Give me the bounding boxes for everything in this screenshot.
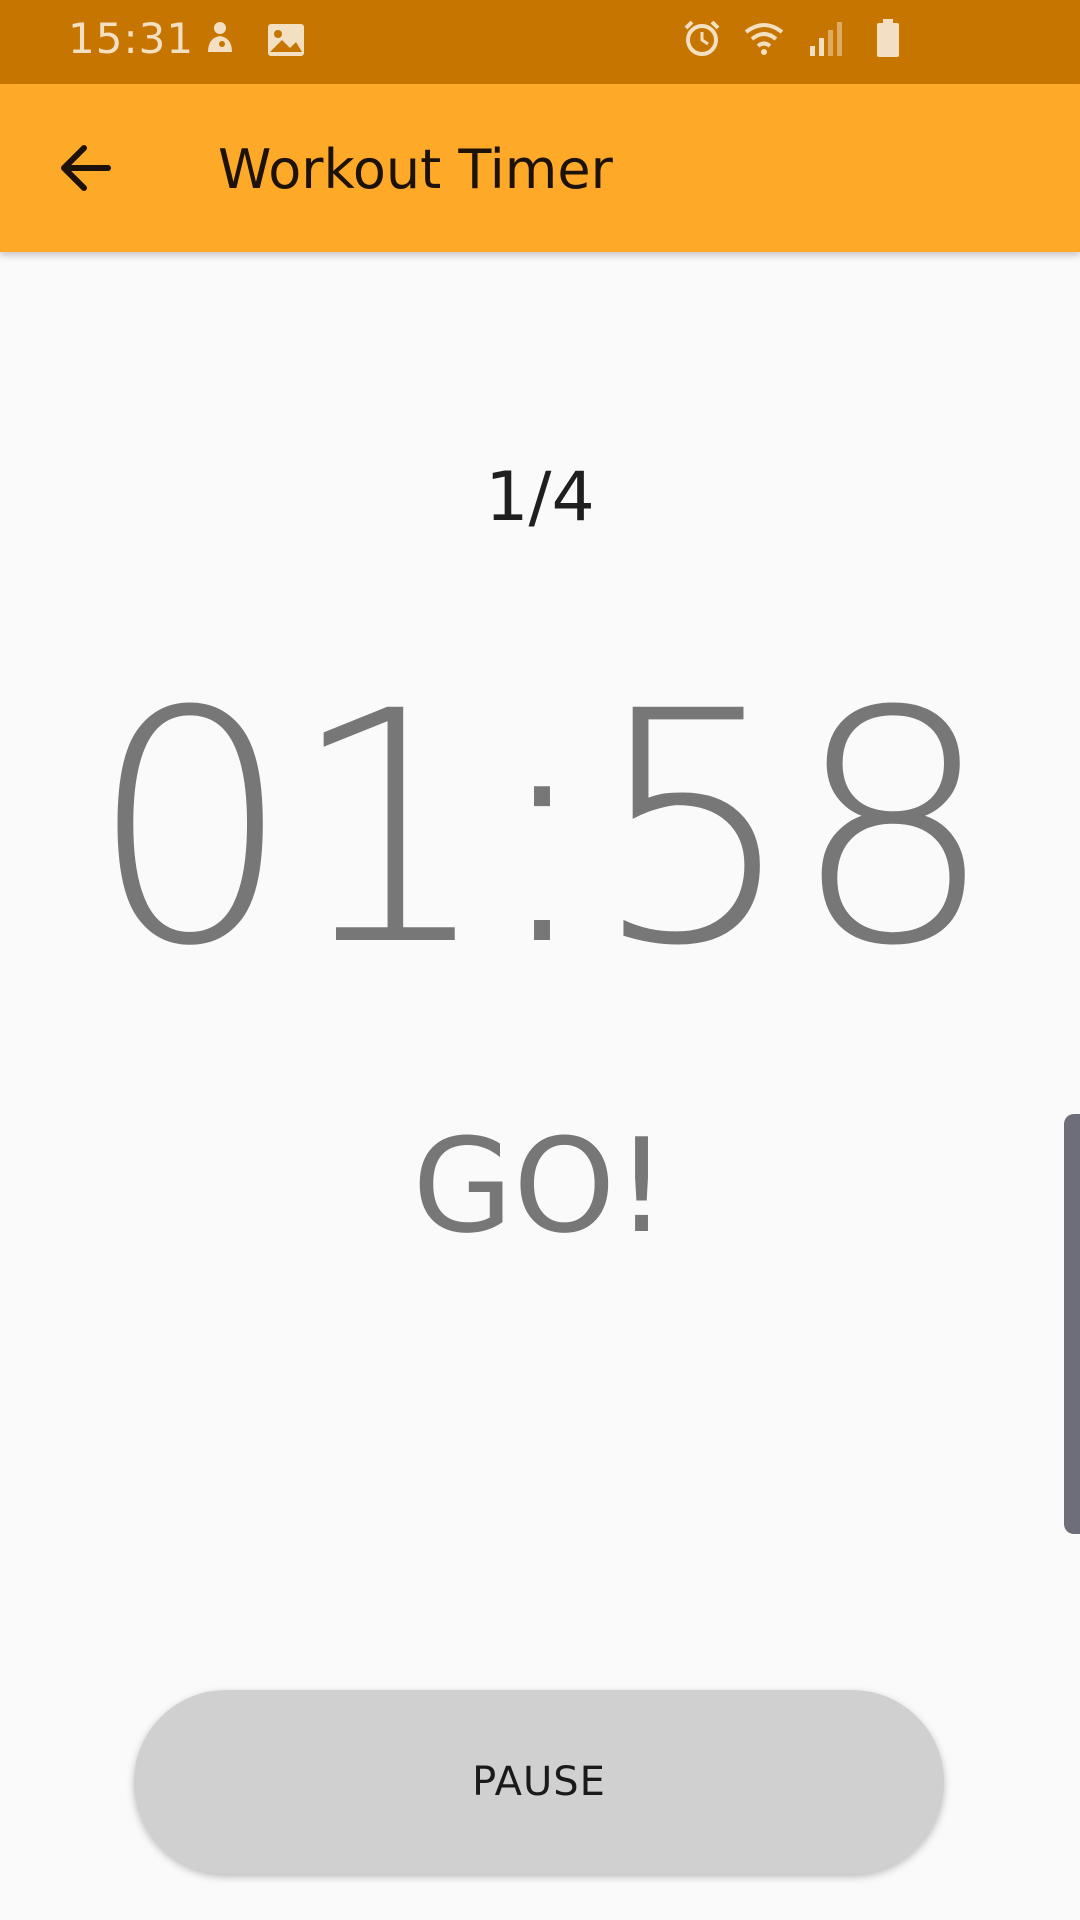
alarm-icon [684,20,720,56]
android-notification-icon [208,22,232,52]
wifi-icon [744,23,784,55]
image-icon [268,24,304,56]
phase-label: GO! [412,1110,668,1262]
timer-display: 01:58 [88,644,995,1016]
battery-icon [877,19,899,57]
status-left-icons [200,18,308,62]
page-title: Workout Timer [218,138,613,201]
status-right-icons [680,16,910,60]
arrow-back-icon[interactable] [52,134,120,202]
pause-button[interactable]: PAUSE [134,1690,944,1874]
signal-icon [810,22,842,56]
edge-panel-handle[interactable] [1064,1114,1080,1534]
status-time: 15:31 [68,14,195,63]
app-bar: Workout Timer [0,84,1080,252]
round-counter: 1/4 [485,458,595,537]
status-bar: 15:31 [0,0,1080,84]
